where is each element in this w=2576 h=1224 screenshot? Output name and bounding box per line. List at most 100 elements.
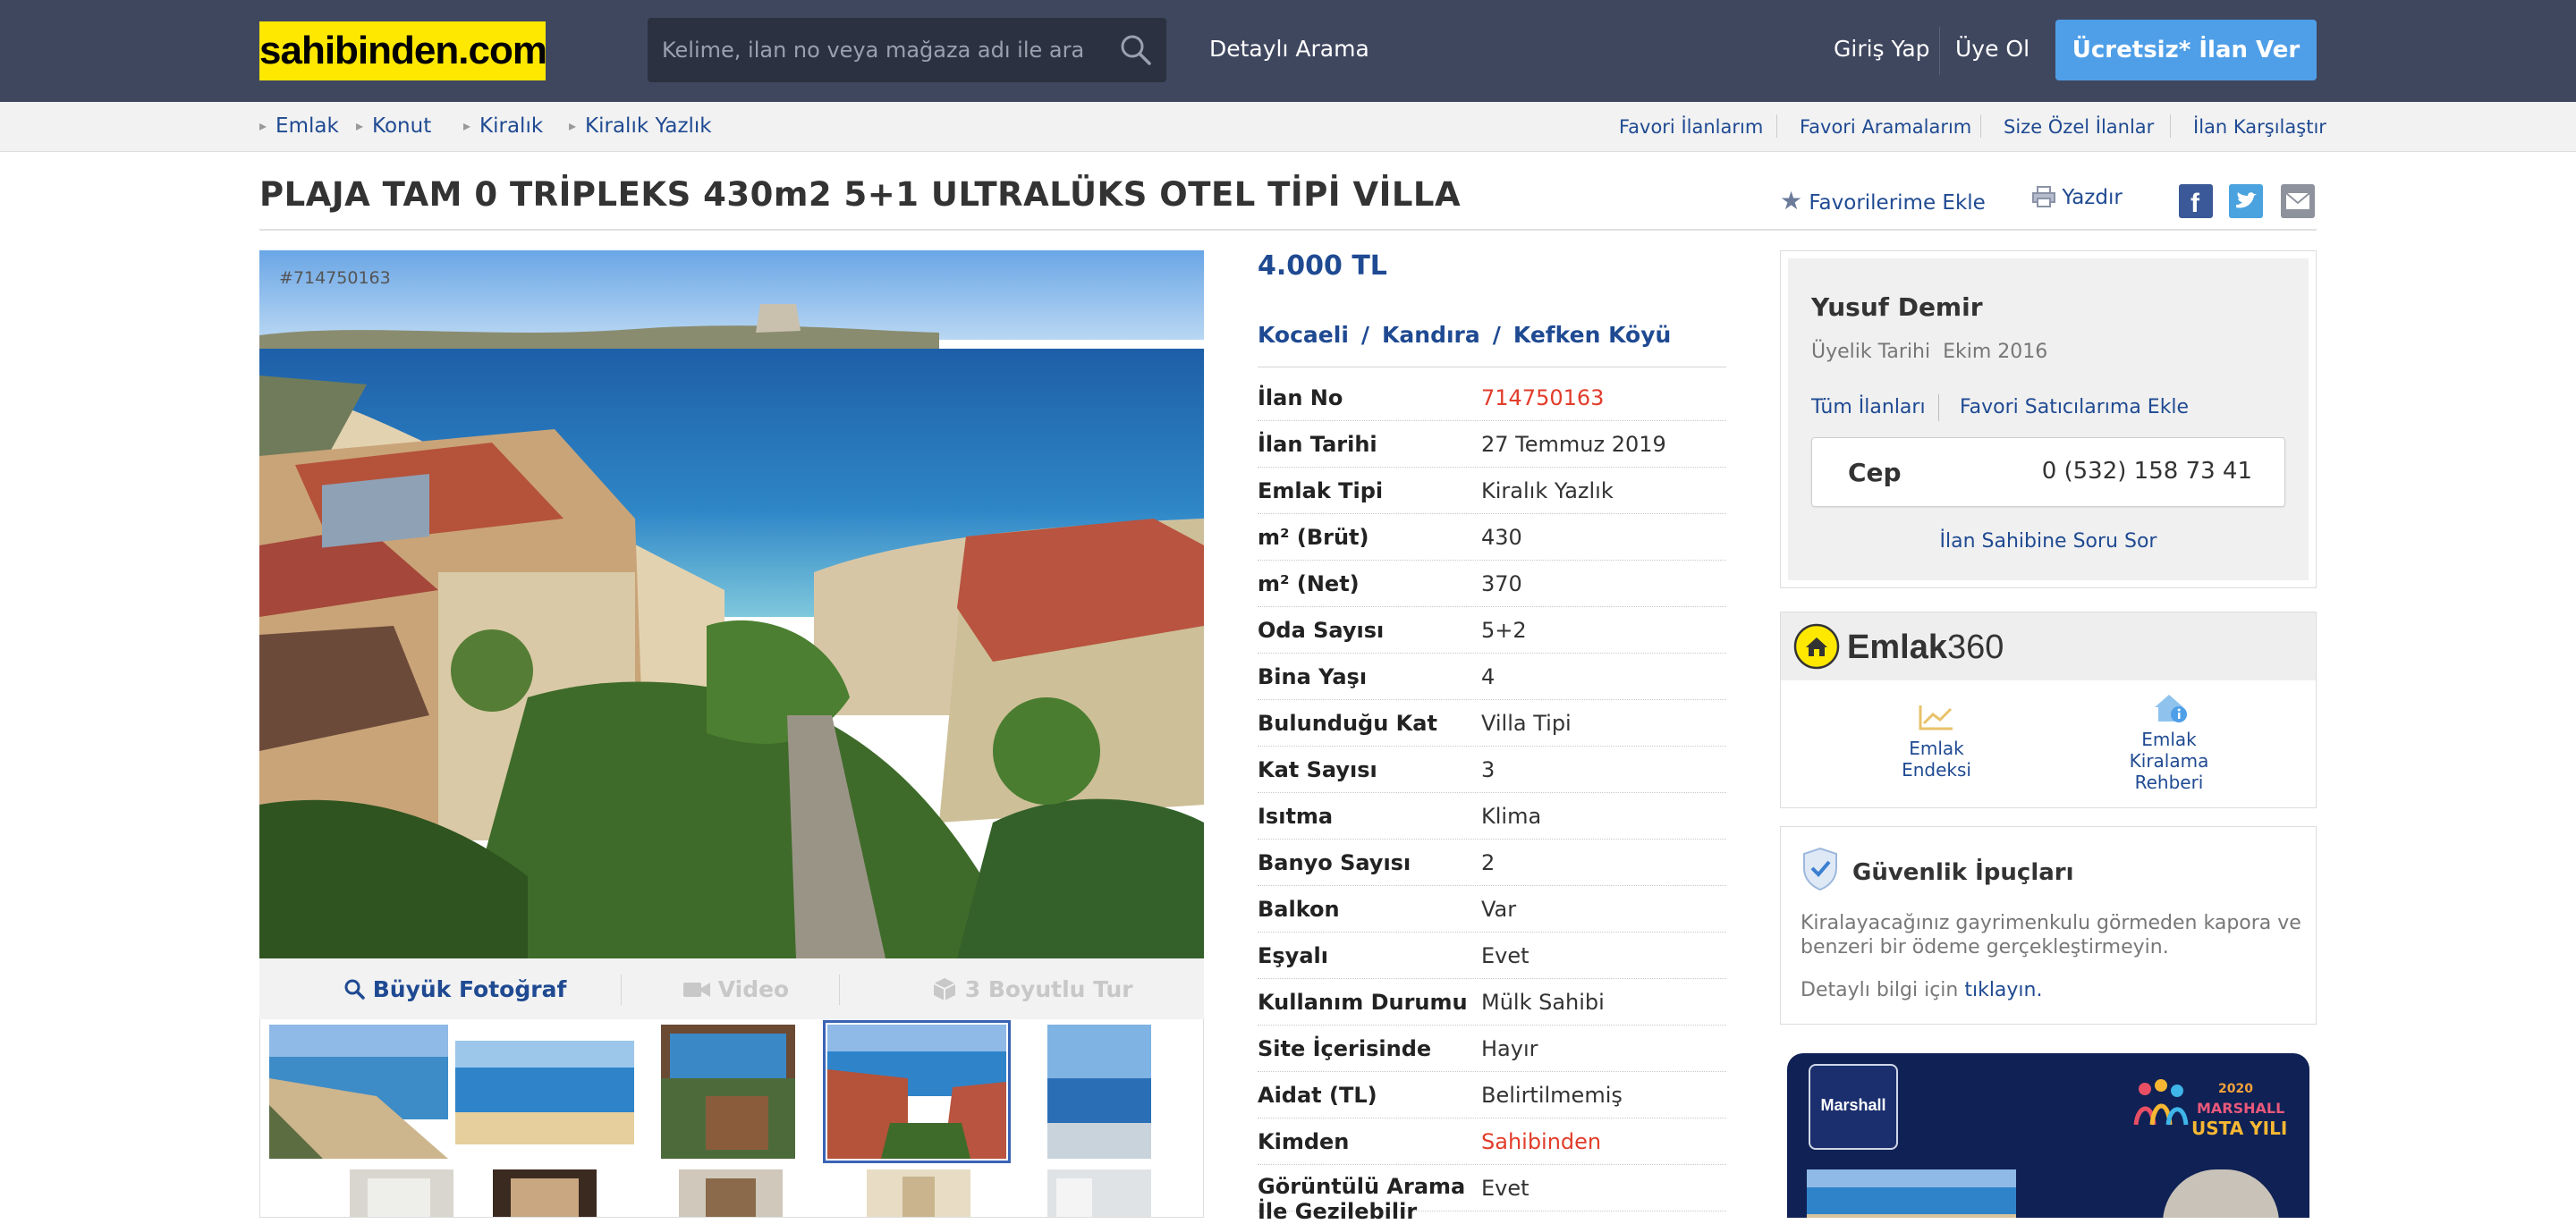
- favorite-searches-link[interactable]: Favori Aramalarım: [1800, 116, 1971, 138]
- favorite-listings-link[interactable]: Favori İlanlarım: [1619, 116, 1763, 138]
- detail-label: Banyo Sayısı: [1258, 850, 1411, 875]
- header-divider: [1939, 27, 1940, 75]
- ad-person-photo: [2163, 1169, 2279, 1218]
- print-label: Yazdır: [2062, 186, 2123, 209]
- add-favorite-seller-link[interactable]: Favori Satıcılarıma Ekle: [1960, 396, 2189, 418]
- star-icon: ★: [1780, 186, 1803, 215]
- detail-row: m² (Brüt) 430: [1258, 514, 1726, 561]
- line-chart-icon: [1919, 705, 1953, 730]
- detail-label: Kat Sayısı: [1258, 757, 1377, 782]
- listing-location: Kocaeli / Kandıra / Kefken Köyü: [1258, 322, 1671, 348]
- detail-label: Balkon: [1258, 897, 1340, 922]
- breadcrumb-kiralik[interactable]: Kiralık: [463, 114, 543, 138]
- site-logo[interactable]: sahibinden.com: [259, 21, 547, 80]
- shield-check-icon: [1803, 847, 1837, 891]
- photo-toolbar-divider: [839, 975, 840, 1005]
- big-photo-label: Büyük Fotoğraf: [372, 976, 567, 1002]
- detail-label: İlan Tarihi: [1258, 432, 1377, 457]
- detail-row: Bulunduğu Kat Villa Tipi: [1258, 700, 1726, 747]
- detail-label: Görüntülü Arama İle Gezilebilir: [1258, 1174, 1466, 1224]
- detail-row: İlan Tarihi 27 Temmuz 2019: [1258, 421, 1726, 468]
- add-favorite-button[interactable]: ★ Favorilerime Ekle: [1780, 186, 1986, 215]
- detail-label: Aidat (TL): [1258, 1083, 1377, 1108]
- seller-panel: Yusuf Demir Üyelik Tarihi Ekim 2016 Tüm …: [1780, 250, 2317, 588]
- detail-row: Aidat (TL) Belirtilmemiş: [1258, 1072, 1726, 1118]
- printer-icon: [2032, 186, 2055, 207]
- 3d-tour-button[interactable]: 3 Boyutlu Tur: [932, 976, 1133, 1002]
- advanced-search-link[interactable]: Detaylı Arama: [1209, 36, 1369, 62]
- detail-value: 5+2: [1481, 618, 1527, 643]
- thumbnail[interactable]: [867, 1169, 970, 1217]
- add-favorite-label: Favorilerime Ekle: [1809, 191, 1986, 215]
- emlak-index-link[interactable]: Emlak Endeksi: [1874, 702, 1999, 781]
- detail-label: Site İçerisinde: [1258, 1036, 1432, 1061]
- detail-label: Bulunduğu Kat: [1258, 711, 1437, 736]
- location-city-link[interactable]: Kocaeli: [1258, 322, 1349, 348]
- emlak360-header: Emlak360: [1781, 612, 2316, 680]
- twitter-icon[interactable]: [2229, 184, 2263, 218]
- location-neighborhood-link[interactable]: Kefken Köyü: [1513, 322, 1671, 348]
- search-input[interactable]: [648, 18, 1095, 82]
- detail-value: Var: [1481, 897, 1517, 922]
- thumbnail[interactable]: [1047, 1025, 1151, 1159]
- detail-label: Eşyalı: [1258, 943, 1328, 968]
- title-divider: [259, 229, 2317, 231]
- detail-row: m² (Net) 370: [1258, 561, 1726, 607]
- photo-toolbar-divider: [621, 975, 622, 1005]
- subnav-divider: [1776, 114, 1777, 138]
- thumbnail-selected[interactable]: [823, 1020, 1011, 1163]
- location-district-link[interactable]: Kandıra: [1382, 322, 1480, 348]
- emlak360-title: Emlak360: [1847, 629, 2004, 667]
- rent-guide-link[interactable]: Emlak Kiralama Rehberi: [2097, 689, 2241, 793]
- thumbnail[interactable]: [661, 1025, 795, 1159]
- subnav-divider: [2170, 114, 2171, 138]
- search-box: [648, 18, 1166, 82]
- breadcrumb-emlak[interactable]: Emlak: [259, 114, 339, 138]
- thumbnail[interactable]: [493, 1169, 597, 1217]
- detail-value: 2: [1481, 850, 1496, 875]
- thumbnail[interactable]: [455, 1041, 634, 1144]
- detail-value: 4: [1481, 664, 1496, 689]
- video-button[interactable]: Video: [683, 976, 789, 1002]
- detail-value: Sahibinden: [1481, 1129, 1602, 1154]
- all-listings-link[interactable]: Tüm İlanları: [1811, 396, 1926, 418]
- member-since-label: Üyelik Tarihi: [1811, 341, 1931, 363]
- main-photo[interactable]: #714750163: [259, 250, 1204, 958]
- thumbnail[interactable]: [679, 1169, 783, 1217]
- compare-listings-link[interactable]: İlan Karşılaştır: [2193, 116, 2326, 138]
- subnav-divider: [1980, 114, 1981, 138]
- ask-owner-link[interactable]: İlan Sahibine Soru Sor: [1788, 530, 2309, 553]
- search-icon[interactable]: [1118, 32, 1154, 68]
- email-icon[interactable]: [2281, 184, 2315, 218]
- print-button[interactable]: Yazdır: [2032, 186, 2123, 209]
- safety-tips-text: Kiralayacağınız gayrimenkulu görmeden ka…: [1801, 912, 2301, 958]
- seller-phone-box[interactable]: Cep 0 (532) 158 73 41: [1811, 437, 2285, 507]
- login-link[interactable]: Giriş Yap: [1834, 36, 1930, 62]
- big-photo-button[interactable]: Büyük Fotoğraf: [343, 976, 566, 1002]
- safety-more-link[interactable]: tıklayın.: [1964, 979, 2042, 1001]
- detail-value: Evet: [1481, 943, 1530, 968]
- location-separator: /: [1492, 322, 1501, 348]
- detail-label: m² (Brüt): [1258, 525, 1369, 550]
- post-ad-button[interactable]: Ücretsiz* İlan Ver: [2055, 20, 2317, 80]
- house-info-icon: [2155, 695, 2187, 722]
- seller-member-since: Üyelik Tarihi Ekim 2016: [1811, 341, 2047, 363]
- special-listings-link[interactable]: Size Özel İlanlar: [2004, 116, 2154, 138]
- marshall-ad-banner[interactable]: Marshall 2020 MARSHALL USTA YILI: [1787, 1053, 2309, 1218]
- register-link[interactable]: Üye Ol: [1955, 36, 2029, 62]
- thumbnail[interactable]: [269, 1025, 448, 1159]
- people-icon: [2133, 1079, 2189, 1126]
- thumbnail[interactable]: [350, 1169, 453, 1217]
- facebook-icon[interactable]: f: [2179, 184, 2213, 218]
- detail-value: Mülk Sahibi: [1481, 990, 1605, 1015]
- emlak-index-line2: Endeksi: [1902, 759, 1971, 781]
- breadcrumb-konut[interactable]: Konut: [356, 114, 431, 138]
- detail-row: Balkon Var: [1258, 886, 1726, 933]
- thumbnail[interactable]: [1047, 1169, 1151, 1217]
- emlak-index-line1: Emlak: [1909, 738, 1964, 759]
- safety-more-prefix: Detaylı bilgi için: [1801, 979, 1959, 1001]
- detail-row: Kat Sayısı 3: [1258, 747, 1726, 793]
- ad-tagline: MARSHALL: [2197, 1100, 2285, 1117]
- breadcrumb-kiralik-yazlik[interactable]: Kiralık Yazlık: [569, 114, 712, 138]
- detail-row: Banyo Sayısı 2: [1258, 840, 1726, 886]
